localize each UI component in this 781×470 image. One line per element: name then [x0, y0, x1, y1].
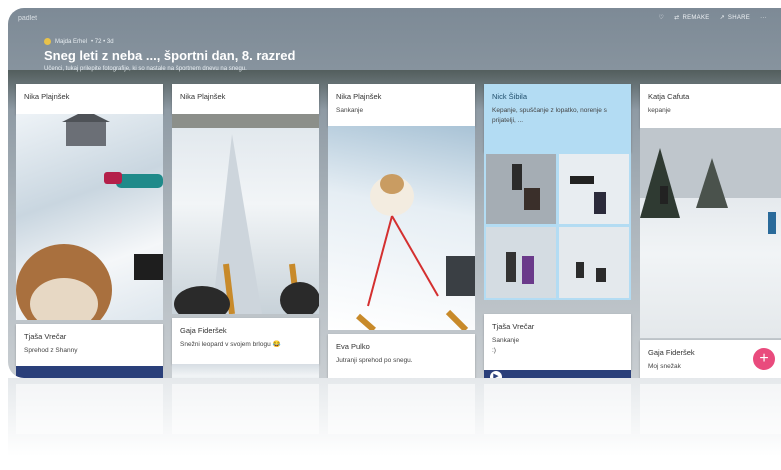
- photo-illustration: [356, 174, 475, 330]
- photo-illustration: [640, 128, 781, 234]
- post-text: Jutranji sprehod po snegu.: [336, 357, 413, 364]
- post-card[interactable]: Tjaša Vrečar Sankanje :): [484, 314, 631, 370]
- post-photo-sled-view[interactable]: [172, 114, 319, 314]
- reflection-card: [484, 384, 631, 434]
- reflection-card: [328, 384, 475, 434]
- post-author: Tjaša Vrečar: [24, 332, 67, 341]
- photo-illustration: [486, 154, 629, 298]
- reflection-card: [172, 384, 319, 434]
- more-icon[interactable]: ···: [760, 15, 767, 21]
- post-text: Kepanje, spuščanje z lopatko, norenje s …: [492, 107, 607, 124]
- post-photo-snow-field[interactable]: [640, 128, 781, 338]
- remake-button[interactable]: ⇄ REMAKE: [674, 14, 709, 22]
- post-text: Sprehod z Shanny: [24, 347, 78, 354]
- padlet-board: padlet ♡ ⇄ REMAKE ↗ SHARE ··· Majda Erhel …: [8, 8, 781, 378]
- top-actions: ♡ ⇄ REMAKE ↗ SHARE ···: [658, 14, 767, 22]
- post-author: Nika Plajnšek: [24, 92, 70, 101]
- avatar: [44, 38, 51, 45]
- post-text: Snežni leopard v svojem brlogu 😂: [180, 341, 281, 348]
- post-photo-partial[interactable]: [172, 364, 319, 378]
- post-author: Nika Plajnšek: [180, 92, 226, 101]
- post-author: Nick Šibila: [492, 92, 528, 101]
- post-card[interactable]: Nika Plajnšek: [16, 84, 163, 114]
- post-author: Eva Pulko: [336, 342, 370, 351]
- post-text: Sankanje: [336, 107, 364, 114]
- share-icon: ↗: [719, 15, 725, 21]
- author-meta: • 72 • 3d: [91, 38, 114, 45]
- page-title: Sneg leti z neba ..., športni dan, 8. ra…: [44, 48, 296, 63]
- reflection-card: [16, 384, 163, 434]
- post-text: kepanje: [648, 107, 671, 114]
- page-subtitle: Učenci, tukaj prilepite fotografije, ki …: [44, 66, 247, 72]
- post-card[interactable]: Gaja Fideršek Snežni leopard v svojem br…: [172, 318, 319, 364]
- post-attachment-bar[interactable]: [16, 366, 163, 378]
- post-card[interactable]: Tjaša Vrečar Sprehod z Shanny: [16, 324, 163, 366]
- author-name: Majda Erhel: [55, 38, 88, 45]
- remake-icon: ⇄: [674, 15, 680, 21]
- post-author: Katja Cafuta: [648, 92, 690, 101]
- post-card-highlighted[interactable]: Nick Šibila Kepanje, spuščanje z lopatko…: [484, 84, 631, 152]
- reflection-card: [640, 384, 781, 434]
- mirror-reflection: [8, 378, 781, 470]
- post-photo-dog-snow[interactable]: [16, 114, 163, 320]
- post-author: Nika Plajnšek: [336, 92, 382, 101]
- post-author: Gaja Fideršek: [180, 326, 227, 335]
- add-post-button[interactable]: +: [753, 348, 775, 370]
- top-bar: padlet ♡ ⇄ REMAKE ↗ SHARE ···: [8, 8, 781, 30]
- heart-icon[interactable]: ♡: [658, 14, 664, 21]
- brand-logo[interactable]: padlet: [18, 15, 37, 22]
- photo-illustration: [16, 114, 163, 320]
- post-text-extra: :): [492, 347, 496, 354]
- post-card[interactable]: Nika Plajnšek Sankanje: [328, 84, 475, 126]
- play-icon[interactable]: ▶: [490, 371, 502, 378]
- post-card[interactable]: Katja Cafuta kepanje: [640, 84, 781, 128]
- photo-illustration: [172, 114, 319, 314]
- post-text: Sankanje: [492, 337, 520, 344]
- post-photo-dog-sled[interactable]: [328, 126, 475, 330]
- board-author: Majda Erhel • 72 • 3d: [44, 38, 114, 45]
- post-author: Tjaša Vrečar: [492, 322, 535, 331]
- post-card[interactable]: Nika Plajnšek: [172, 84, 319, 114]
- post-photo-collage[interactable]: [484, 152, 631, 300]
- post-card[interactable]: Eva Pulko Jutranji sprehod po snegu.: [328, 334, 475, 378]
- post-video-bar[interactable]: ▶: [484, 370, 631, 378]
- share-button[interactable]: ↗ SHARE: [719, 14, 751, 22]
